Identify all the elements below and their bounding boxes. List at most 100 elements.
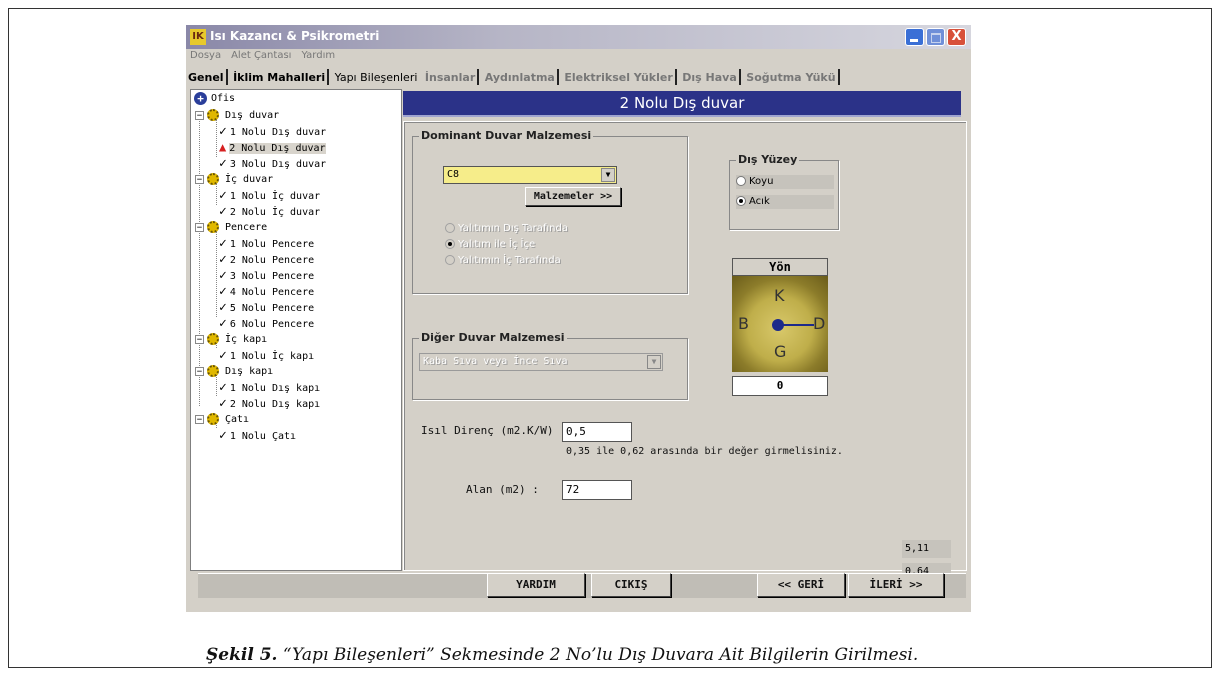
radio-label: Yalıtımın Dış Tarafında [458, 223, 568, 234]
tab-iklim-mahalleri[interactable]: İklim Mahalleri [231, 69, 330, 85]
checkmark-icon: ✓ [219, 348, 227, 363]
tree-item[interactable]: ✓ 1 Nolu Pencere [219, 236, 314, 251]
materials-button[interactable]: Malzemeler >> [525, 187, 621, 206]
tree-group[interactable]: Pencere [207, 220, 267, 235]
collapse-icon[interactable]: − [195, 111, 204, 121]
tree-group[interactable]: Çatı [207, 412, 249, 427]
tab-elektriksel-yukler[interactable]: Elektriksel Yükler [562, 69, 677, 85]
radio-icon [736, 176, 746, 186]
checkmark-icon: ✓ [219, 380, 227, 395]
collapse-icon[interactable]: − [195, 415, 204, 425]
maximize-icon[interactable] [926, 28, 945, 46]
tree-group[interactable]: İç kapı [207, 332, 267, 347]
radio-selected-icon [736, 196, 746, 206]
checkmark-icon: ✓ [219, 300, 227, 315]
tree-item[interactable]: ✓ 3 Nolu Pencere [219, 268, 314, 283]
help-button[interactable]: YARDIM [487, 573, 585, 597]
compass-north-label: K [774, 286, 785, 305]
tree-item[interactable]: ✓ 1 Nolu İç kapı [219, 348, 314, 363]
dominant-material-group: Dominant Duvar Malzemesi C8 ▼ Malzemeler… [412, 129, 688, 294]
menu-file[interactable]: Dosya [190, 50, 221, 61]
tree-item-label: 2 Nolu Dış kapı [229, 399, 321, 410]
tree-item-label: 2 Nolu İç duvar [229, 207, 321, 218]
tree-item[interactable]: ✓ 6 Nolu Pencere [219, 316, 314, 331]
tree-item[interactable]: ✓ 1 Nolu Dış kapı [219, 380, 320, 395]
checkmark-icon: ✓ [219, 396, 227, 411]
surface-dark-radio[interactable]: Koyu [736, 175, 834, 189]
checkmark-icon: ✓ [219, 252, 227, 267]
other-material-value: Kaba Sıva veya İnce Sıva [423, 356, 568, 367]
radio-label: Yalıtımın İç Tarafında [458, 255, 561, 266]
tree-item[interactable]: ✓ 1 Nolu İç duvar [219, 188, 320, 203]
surface-light-radio[interactable]: Acık [736, 195, 834, 209]
back-button[interactable]: << GERİ [757, 573, 845, 597]
tree-root[interactable]: + Ofis [194, 91, 235, 106]
thermal-resistance-input[interactable]: 0,5 [562, 422, 632, 442]
direction-compass[interactable]: K B D G [732, 276, 828, 372]
tree-item-label: 1 Nolu İç duvar [229, 191, 321, 202]
gear-icon [207, 333, 219, 345]
outer-surface-legend: Dış Yüzey [736, 153, 800, 166]
menu-bar: Dosya Alet Çantası Yardım [186, 50, 971, 66]
tree-item[interactable]: ✓ 2 Nolu Dış kapı [219, 396, 320, 411]
tree-item[interactable]: ✓ 1 Nolu Çatı [219, 428, 296, 443]
tree-item-label: 1 Nolu Dış duvar [229, 127, 327, 138]
chevron-down-icon[interactable]: ▼ [601, 168, 615, 182]
tab-dis-hava[interactable]: Dış Hava [680, 69, 741, 85]
radio-icon [445, 255, 455, 265]
tree-item-label: 2 Nolu Pencere [229, 255, 315, 266]
checkmark-icon: ✓ [219, 236, 227, 251]
tab-aydinlatma[interactable]: Aydınlatma [483, 69, 559, 85]
radio-label: Koyu [749, 176, 774, 187]
component-tree[interactable]: + Ofis − Dış duvar ✓ 1 Nolu Dış duvar ▲ 2 N… [190, 89, 402, 571]
collapse-icon[interactable]: − [195, 335, 204, 345]
tree-item[interactable]: ✓ 2 Nolu Pencere [219, 252, 314, 267]
close-icon[interactable]: X [947, 28, 966, 46]
gear-icon [207, 109, 219, 121]
gear-icon [207, 413, 219, 425]
collapse-icon[interactable]: − [195, 223, 204, 233]
tree-group-label: İç duvar [225, 174, 274, 185]
collapse-icon[interactable]: − [195, 367, 204, 377]
dominant-material-select[interactable]: C8 ▼ [443, 166, 617, 184]
tab-sogutma-yuku[interactable]: Soğutma Yükü [744, 69, 840, 85]
checkmark-icon: ✓ [219, 428, 227, 443]
tree-item-selected[interactable]: ▲ 2 Nolu Dış duvar [219, 140, 326, 155]
tree-item-label: 2 Nolu Dış duvar [229, 143, 326, 154]
radio-label: Acık [749, 196, 770, 207]
chevron-down-icon[interactable]: ▼ [647, 355, 661, 369]
tree-group[interactable]: İç duvar [207, 172, 273, 187]
other-material-select[interactable]: Kaba Sıva veya İnce Sıva ▼ [419, 353, 663, 371]
insulation-inline-radio[interactable]: Yalıtım ile İç İçe [445, 238, 535, 252]
tree-group[interactable]: Dış kapı [207, 364, 273, 379]
insulation-outside-radio[interactable]: Yalıtımın Dış Tarafında [445, 222, 568, 236]
tree-item[interactable]: ✓ 3 Nolu Dış duvar [219, 156, 326, 171]
menu-toolbox[interactable]: Alet Çantası [231, 50, 291, 61]
tree-item[interactable]: ✓ 2 Nolu İç duvar [219, 204, 320, 219]
figure-caption: Şekil 5. “Yapı Bileşenleri” Sekmesinde 2… [206, 645, 918, 665]
tree-item[interactable]: ✓ 5 Nolu Pencere [219, 300, 314, 315]
collapse-icon[interactable]: − [195, 175, 204, 185]
exit-button[interactable]: CIKIŞ [591, 573, 671, 597]
tree-item-label: 1 Nolu Çatı [229, 431, 297, 442]
direction-value[interactable]: 0 [732, 376, 828, 396]
checkmark-icon: ✓ [219, 204, 227, 219]
dominant-material-legend: Dominant Duvar Malzemesi [419, 129, 594, 142]
tab-yapi-bilesenleri[interactable]: Yapı Bileşenleri [333, 69, 420, 85]
tree-group[interactable]: Dış duvar [207, 108, 279, 123]
insulation-inside-radio[interactable]: Yalıtımın İç Tarafında [445, 254, 561, 268]
tab-genel[interactable]: Genel [186, 69, 228, 85]
thermal-resistance-hint: 0,35 ile 0,62 arasında bir değer girmeli… [566, 446, 843, 457]
next-button[interactable]: İLERİ >> [848, 573, 944, 597]
tab-insanlar[interactable]: İnsanlar [423, 69, 480, 85]
tree-item[interactable]: ✓ 1 Nolu Dış duvar [219, 124, 326, 139]
tree-item-label: 1 Nolu İç kapı [229, 351, 315, 362]
other-material-legend: Diğer Duvar Malzemesi [419, 331, 567, 344]
tree-item[interactable]: ✓ 4 Nolu Pencere [219, 284, 314, 299]
menu-help[interactable]: Yardım [301, 50, 335, 61]
area-input[interactable]: 72 [562, 480, 632, 500]
caption-text: “Yapı Bileşenleri” Sekmesinde 2 No’lu Dı… [277, 645, 919, 665]
tree-item-label: 1 Nolu Pencere [229, 239, 315, 250]
checkmark-icon: ✓ [219, 156, 227, 171]
minimize-icon[interactable] [905, 28, 924, 46]
